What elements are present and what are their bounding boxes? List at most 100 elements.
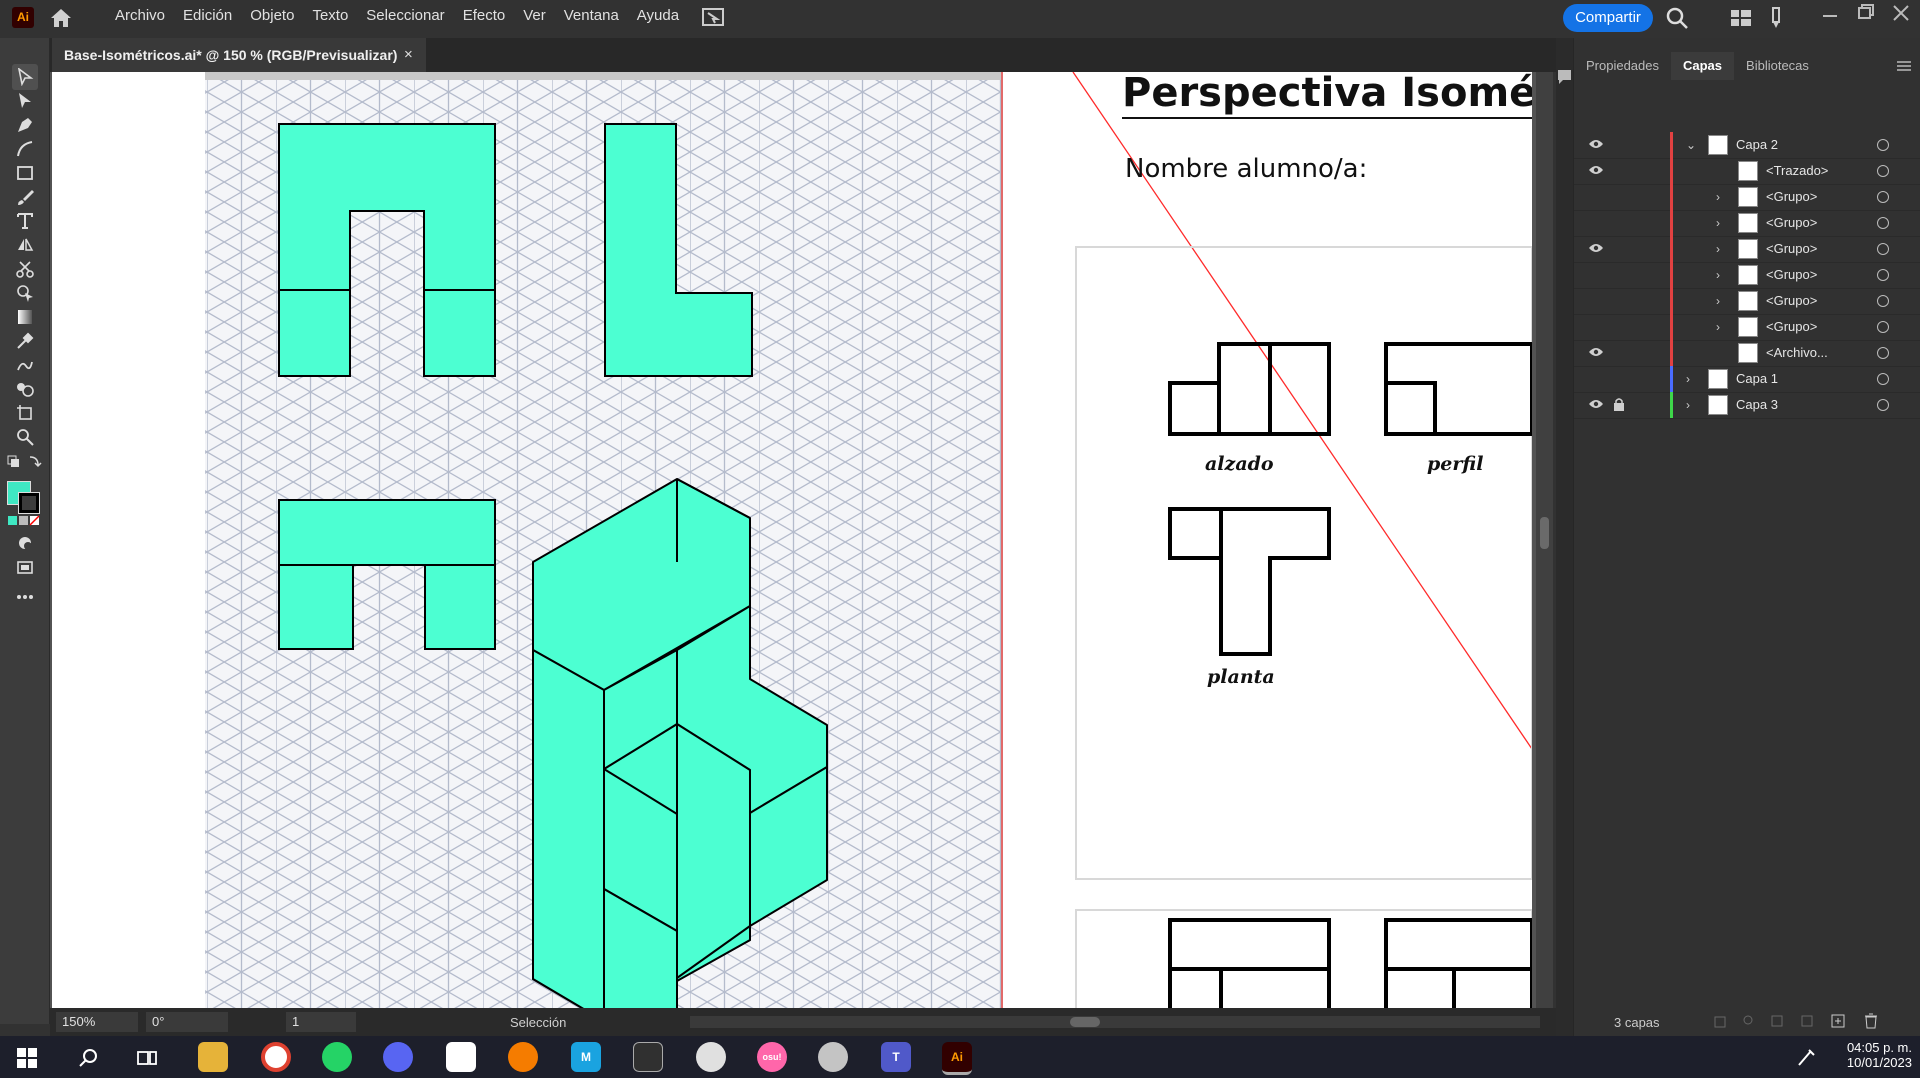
teams-icon[interactable]: T (881, 1042, 911, 1072)
menu-objeto[interactable]: Objeto (241, 0, 303, 36)
layer-name[interactable]: Capa 1 (1736, 371, 1778, 386)
pen-input-icon[interactable] (1795, 1047, 1817, 1069)
artboard-navigator[interactable]: 1 (286, 1012, 356, 1032)
chevron-right-icon[interactable]: › (1716, 242, 1720, 256)
chevron-right-icon[interactable]: › (1716, 294, 1720, 308)
layer-name[interactable]: <Grupo> (1766, 189, 1817, 204)
menu-ventana[interactable]: Ventana (555, 0, 628, 36)
layer-row[interactable]: › <Grupo> (1574, 236, 1920, 263)
visibility-eye-icon[interactable] (1588, 242, 1604, 254)
paintbrush-tool-icon[interactable] (12, 184, 38, 210)
chevron-right-icon[interactable]: › (1686, 398, 1690, 412)
mushroom-app-icon[interactable] (818, 1042, 848, 1072)
visibility-eye-icon[interactable] (1588, 346, 1604, 358)
layer-target-circle[interactable] (1877, 269, 1889, 281)
taskbar-search-icon[interactable] (78, 1047, 100, 1069)
layer-row[interactable]: ⌄ Capa 2 (1574, 132, 1920, 159)
zoom-tool-icon[interactable] (12, 424, 38, 450)
layer-name[interactable]: Capa 3 (1736, 397, 1778, 412)
zoom-field[interactable]: 150% (56, 1012, 138, 1032)
gradient-tool-icon[interactable] (12, 304, 38, 330)
layer-name[interactable]: Capa 2 (1736, 137, 1778, 152)
windows-start-icon[interactable] (17, 1048, 37, 1068)
minimize-icon[interactable] (1820, 4, 1840, 24)
chevron-right-icon[interactable]: › (1716, 216, 1720, 230)
visibility-eye-icon[interactable] (1588, 138, 1604, 150)
layer-name[interactable]: <Grupo> (1766, 215, 1817, 230)
layer-target-circle[interactable] (1877, 347, 1889, 359)
media-player-icon[interactable] (696, 1042, 726, 1072)
type-tool-icon[interactable] (12, 208, 38, 234)
layer-target-circle[interactable] (1877, 373, 1889, 385)
horizontal-scrollbar[interactable] (690, 1016, 1540, 1028)
curvature-tool-icon[interactable] (12, 136, 38, 162)
layer-target-circle[interactable] (1877, 191, 1889, 203)
layer-name[interactable]: <Archivo... (1766, 345, 1828, 360)
menu-ayuda[interactable]: Ayuda (628, 0, 688, 36)
home-icon[interactable] (50, 8, 72, 28)
rotation-field[interactable]: 0° (146, 1012, 228, 1032)
colorful-app-icon[interactable] (446, 1042, 476, 1072)
share-button[interactable]: Compartir (1563, 4, 1653, 32)
menu-efecto[interactable]: Efecto (454, 0, 515, 36)
clock[interactable]: 04:05 p. m. 10/01/2023 (1830, 1040, 1912, 1070)
lock-icon[interactable] (1614, 398, 1624, 411)
eyedropper-icon[interactable] (12, 328, 38, 354)
tab-bibliotecas[interactable]: Bibliotecas (1734, 52, 1821, 80)
layer-target-circle[interactable] (1877, 217, 1889, 229)
pen-tool-icon[interactable] (12, 112, 38, 138)
color-mode-icons[interactable] (6, 512, 42, 528)
layer-row[interactable]: <Trazado> (1574, 158, 1920, 185)
layer-row[interactable]: <Archivo... (1574, 340, 1920, 367)
layer-row[interactable]: › <Grupo> (1574, 210, 1920, 237)
layer-row[interactable]: › <Grupo> (1574, 184, 1920, 211)
locate-object-icon[interactable] (1742, 1014, 1756, 1028)
visibility-eye-icon[interactable] (1588, 164, 1604, 176)
layer-row[interactable]: › <Grupo> (1574, 314, 1920, 341)
visibility-eye-icon[interactable] (1588, 398, 1604, 410)
menu-seleccionar[interactable]: Seleccionar (357, 0, 453, 36)
arrange-documents-icon[interactable] (702, 7, 724, 27)
layer-name[interactable]: <Grupo> (1766, 267, 1817, 282)
chevron-right-icon[interactable]: › (1686, 372, 1690, 386)
artboard[interactable]: Perspectiva Isométric Nombre alumno/a: a… (52, 72, 1553, 1009)
visibility-toggle-empty[interactable] (1588, 216, 1604, 228)
layer-row[interactable]: › <Grupo> (1574, 288, 1920, 315)
menu-archivo[interactable]: Archivo (106, 0, 174, 36)
file-explorer-icon[interactable] (198, 1042, 228, 1072)
stroke-color-swatch[interactable] (18, 492, 40, 514)
chevron-right-icon[interactable]: › (1716, 190, 1720, 204)
new-sublayer-icon[interactable] (1800, 1014, 1814, 1028)
visibility-toggle-empty[interactable] (1588, 268, 1604, 280)
vertical-scrollbar[interactable] (1536, 72, 1553, 1009)
panel-menu-icon[interactable] (1897, 60, 1911, 72)
restore-icon[interactable] (1856, 2, 1876, 22)
chevron-right-icon[interactable]: › (1716, 320, 1720, 334)
layer-name[interactable]: <Grupo> (1766, 319, 1817, 334)
canvas-area[interactable]: Perspectiva Isométric Nombre alumno/a: a… (50, 72, 1553, 1009)
clipping-mask-icon[interactable] (1770, 1014, 1784, 1028)
layer-name[interactable]: <Trazado> (1766, 163, 1828, 178)
brush-icon[interactable] (1769, 7, 1783, 29)
visibility-toggle-empty[interactable] (1588, 372, 1604, 384)
layer-row[interactable]: › Capa 1 (1574, 366, 1920, 393)
layer-target-circle[interactable] (1877, 165, 1889, 177)
layer-name[interactable]: <Grupo> (1766, 241, 1817, 256)
layer-target-circle[interactable] (1877, 321, 1889, 333)
reflect-tool-icon[interactable] (12, 232, 38, 258)
delete-layer-icon[interactable] (1864, 1013, 1878, 1029)
tab-capas[interactable]: Capas (1671, 52, 1735, 80)
whatsapp-icon[interactable] (322, 1042, 352, 1072)
puppet-warp-icon[interactable] (12, 352, 38, 378)
search-icon[interactable] (1666, 7, 1688, 29)
unity-icon[interactable] (633, 1042, 663, 1072)
direct-selection-icon[interactable] (12, 88, 38, 114)
discord-icon[interactable] (383, 1042, 413, 1072)
task-view-icon[interactable] (137, 1047, 159, 1069)
artboard-tool-icon[interactable] (12, 400, 38, 426)
rectangle-tool-icon[interactable] (12, 160, 38, 186)
blender-icon[interactable] (508, 1042, 538, 1072)
blend-tool-icon[interactable] (12, 376, 38, 402)
export-icon[interactable] (1714, 1014, 1728, 1028)
drawing-mode-icon[interactable] (12, 530, 38, 556)
